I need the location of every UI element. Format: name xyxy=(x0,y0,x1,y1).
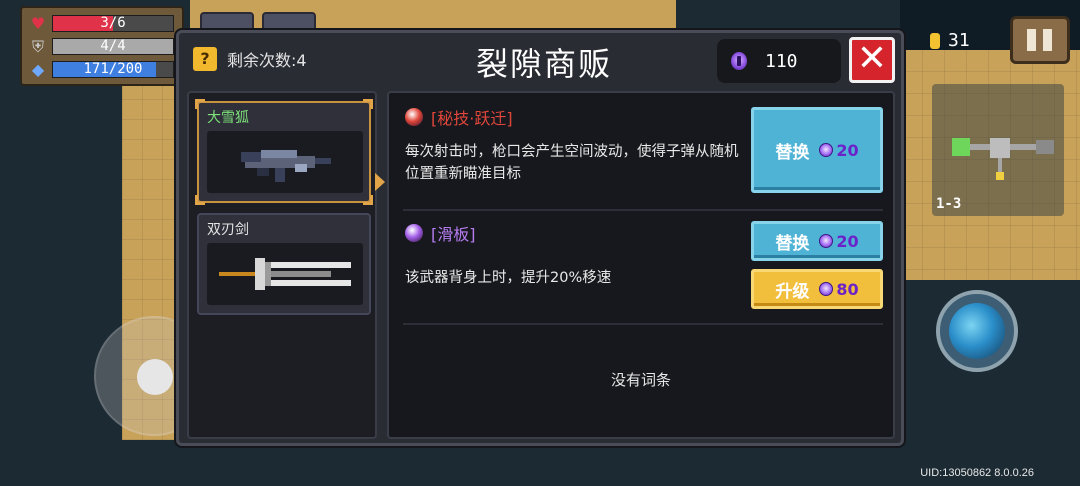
shield-icon: ⛨ xyxy=(31,36,44,56)
selection-corner xyxy=(363,195,373,205)
divider xyxy=(403,323,883,325)
perk-description: 该武器背身上时，提升20%移速 xyxy=(405,270,612,286)
energy-value: 171/200 xyxy=(83,61,143,77)
cost: 20 xyxy=(819,140,859,160)
gem-counter: 110 xyxy=(717,39,841,83)
cost-value: 80 xyxy=(836,279,859,299)
perk-description: 每次射击时，枪口会产生空间波动，使得子弹从随机位置重新瞄准目标 xyxy=(405,144,739,182)
pause-icon xyxy=(1027,29,1036,51)
red-gem-icon xyxy=(405,108,423,126)
selection-corner xyxy=(363,99,373,109)
help-icon[interactable]: ? xyxy=(193,47,217,71)
replace-button[interactable]: 替换 20 xyxy=(751,221,883,261)
close-button[interactable]: ✕ xyxy=(849,37,895,83)
perk-name: [秘技·跃迁] xyxy=(431,109,513,128)
dialog-header: ? 剩余次数:4 裂隙商贩 110 ✕ xyxy=(179,33,901,89)
uid-version-label: UID:13050862 8.0.0.26 xyxy=(920,467,1034,479)
purple-gem-icon xyxy=(405,224,423,242)
replace-button-label: 替换 xyxy=(775,233,810,254)
hp-value: 3/6 xyxy=(100,15,126,31)
hp-row: ♥ 3/6 xyxy=(28,12,176,35)
skill-button[interactable] xyxy=(936,290,1018,372)
remaining-uses: ? 剩余次数:4 xyxy=(193,47,307,71)
empty-perk-slot: 没有词条 xyxy=(610,371,671,389)
weapon-card-snow-fox[interactable]: 大雪狐 xyxy=(195,99,373,205)
replace-button-label: 替换 xyxy=(775,142,810,163)
upgrade-button-label: 升级 xyxy=(775,281,810,302)
cost: 20 xyxy=(819,231,859,251)
perk-detail-panel: [秘技·跃迁] 每次射击时，枪口会产生空间波动，使得子弹从随机位置重新瞄准目标 … xyxy=(387,91,895,439)
wave-skill-icon xyxy=(949,303,1005,359)
pause-icon xyxy=(1043,29,1052,51)
coin-icon xyxy=(930,32,940,49)
player-stats-panel: ♥ 3/6 ⛨ 4/4 ◆ 171/200 xyxy=(20,6,184,86)
energy-crystal-icon: ◆ xyxy=(31,59,45,79)
hp-bar: 3/6 xyxy=(52,15,174,32)
remaining-uses-label: 剩余次数:4 xyxy=(227,51,307,70)
energy-bar: 171/200 xyxy=(52,61,174,78)
weapon-name: 双刃剑 xyxy=(207,222,249,238)
selection-arrow-icon xyxy=(375,173,385,191)
floor-level: 1-3 xyxy=(936,196,962,212)
dialog-title: 裂隙商贩 xyxy=(475,45,612,83)
cost-value: 20 xyxy=(836,140,859,160)
minimap-room xyxy=(1036,140,1054,154)
energy-row: ◆ 171/200 xyxy=(28,58,176,81)
weapon-list: 大雪狐 双刃剑 xyxy=(187,91,377,439)
snow-fox-gun-icon xyxy=(207,131,363,193)
armor-row: ⛨ 4/4 xyxy=(28,35,176,58)
cost-value: 20 xyxy=(836,231,859,251)
replace-button[interactable]: 替换 20 xyxy=(751,107,883,193)
armor-bar: 4/4 xyxy=(52,38,174,55)
gem-icon xyxy=(819,282,834,296)
armor-value: 4/4 xyxy=(100,38,126,54)
pause-button[interactable] xyxy=(1010,16,1070,64)
twin-blade-sword-icon xyxy=(207,243,363,305)
weapon-card-twin-blade[interactable]: 双刃剑 xyxy=(197,213,371,315)
perk-title: [秘技·跃迁] xyxy=(405,105,513,129)
gem-icon xyxy=(819,234,834,248)
selection-corner xyxy=(195,195,205,205)
minimap-room-chest xyxy=(996,172,1004,180)
coin-value: 31 xyxy=(948,30,970,51)
divider xyxy=(403,209,883,211)
minimap-room-start xyxy=(952,138,970,156)
rift-merchant-dialog: ? 剩余次数:4 裂隙商贩 110 ✕ 大雪狐 双刃剑 [秘技·跃迁] 每次射击… xyxy=(176,30,904,446)
gem-value: 110 xyxy=(765,50,798,72)
coin-counter: 31 xyxy=(930,30,970,51)
gem-icon xyxy=(731,52,747,70)
heart-icon: ♥ xyxy=(30,13,46,33)
perk-name: [滑板] xyxy=(431,225,476,244)
gem-icon xyxy=(819,143,834,157)
upgrade-button[interactable]: 升级 80 xyxy=(751,269,883,309)
joystick-knob[interactable] xyxy=(137,359,173,395)
minimap-room-current xyxy=(990,138,1010,158)
perk-title: [滑板] xyxy=(405,221,476,245)
selection-corner xyxy=(195,99,205,109)
minimap-corridor xyxy=(968,144,990,150)
minimap-corridor xyxy=(1010,144,1036,150)
weapon-name: 大雪狐 xyxy=(207,110,249,126)
cost: 80 xyxy=(819,279,859,299)
